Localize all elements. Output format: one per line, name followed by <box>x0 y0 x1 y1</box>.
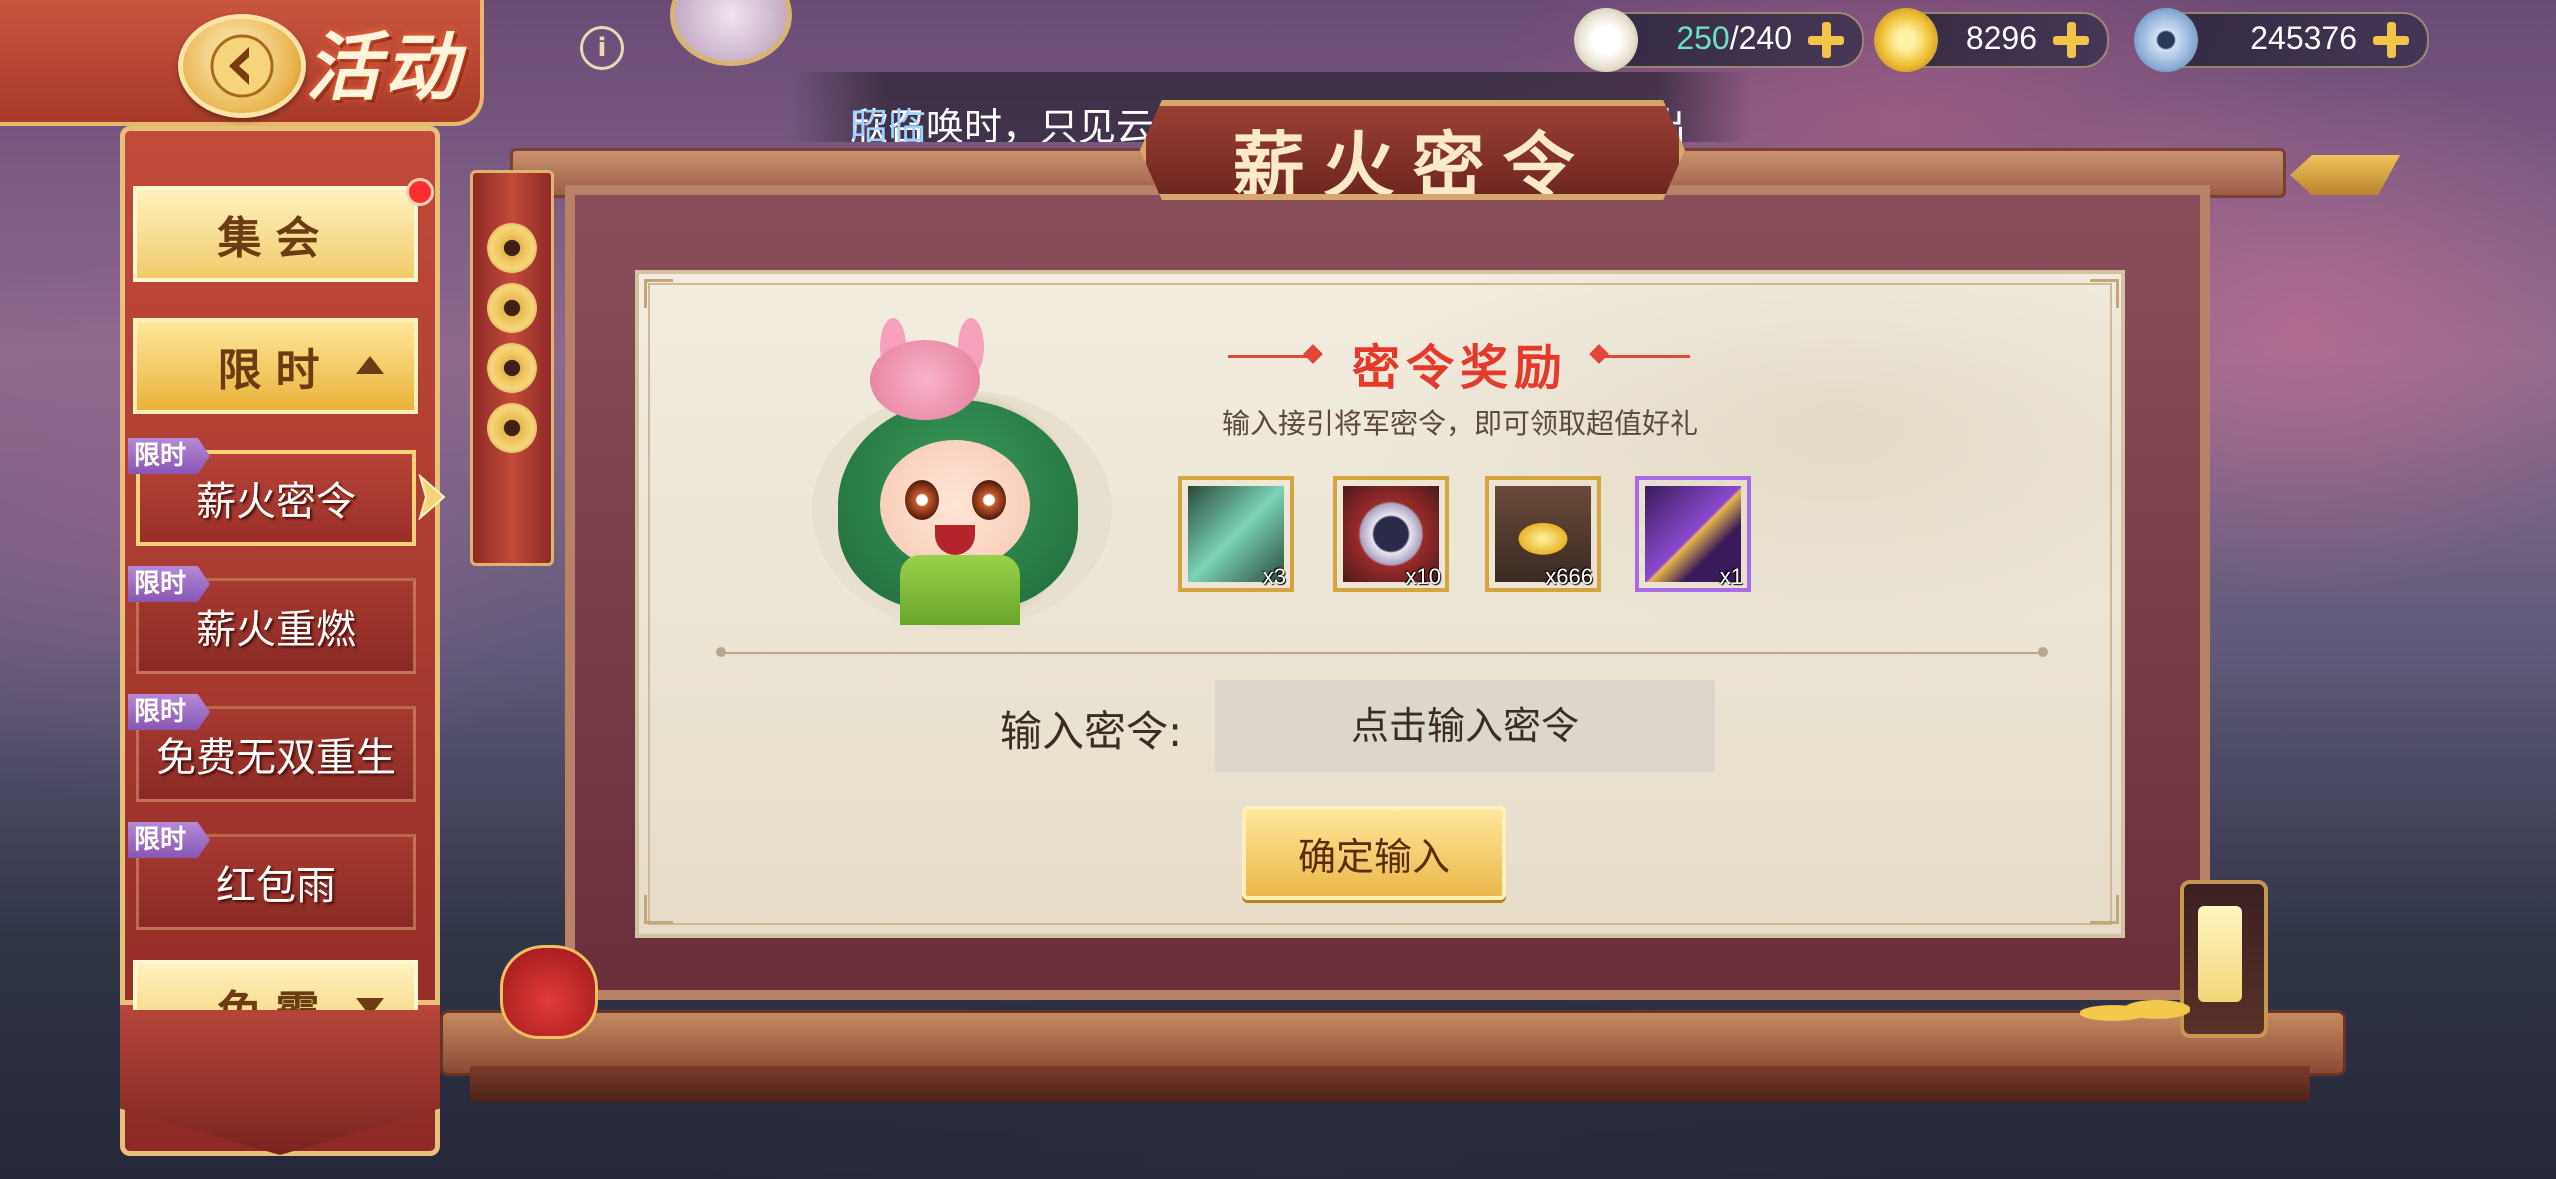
coin-icon <box>487 223 537 273</box>
gold-counter: 8296 <box>1874 8 2109 72</box>
page-title: 活动 <box>306 25 462 111</box>
corner-ornament <box>644 279 673 308</box>
coin-icon <box>487 343 537 393</box>
lucky-bag-icon <box>500 945 598 1039</box>
coin-value: 245376 <box>2250 20 2357 56</box>
gold-ingot-icon <box>1874 8 1938 72</box>
divider <box>722 652 2042 654</box>
reward-item[interactable]: x666 <box>1485 476 1601 592</box>
bun-icon <box>1574 8 1638 72</box>
sidebar-category-partial[interactable]: 兔霸 <box>133 960 418 1010</box>
code-input-label: 输入密令: <box>1000 707 1183 756</box>
panel-title: 薪火密令 <box>1232 124 1593 200</box>
code-input[interactable] <box>1215 680 1715 772</box>
limited-tag: 限时 <box>128 566 210 602</box>
coin-icon <box>487 403 537 453</box>
shelf-base <box>470 1066 2310 1102</box>
limited-tag: 限时 <box>128 438 210 474</box>
reward-qty: x1 <box>1719 564 1743 589</box>
bunny-icon <box>870 340 980 420</box>
coins-decoration-icon <box>2080 995 2190 1031</box>
reward-title: 密令奖励 <box>1351 340 1568 396</box>
confirm-button[interactable]: 确定输入 <box>1242 806 1506 900</box>
divider-dot <box>716 647 726 657</box>
divider-dot <box>2038 647 2048 657</box>
back-button[interactable] <box>178 14 306 118</box>
info-icon[interactable]: i <box>580 26 624 70</box>
reward-qty: x10 <box>1405 564 1441 589</box>
chevron-down-icon <box>356 998 384 1010</box>
reward-qty: x666 <box>1545 564 1593 589</box>
reward-item[interactable]: x10 <box>1333 476 1449 592</box>
sidebar-category-limited[interactable]: 限时 <box>133 318 418 414</box>
corner-ornament <box>2090 895 2119 924</box>
notification-dot <box>406 178 434 206</box>
selected-arrow-icon <box>418 474 446 520</box>
back-arrow-icon <box>210 34 274 98</box>
stamina-max: /240 <box>1729 20 1792 56</box>
reward-qty: x3 <box>1262 564 1286 589</box>
silver-coin-icon <box>2134 8 2198 72</box>
limited-tag: 限时 <box>128 822 210 858</box>
title-deco-line <box>1600 355 1690 358</box>
add-gold-button[interactable] <box>2049 18 2093 62</box>
add-coin-button[interactable] <box>2369 18 2413 62</box>
reward-subtitle: 输入接引将军密令，即可领取超值好礼 <box>1221 407 1698 440</box>
mascot-eye <box>905 480 939 520</box>
mascot-eye <box>972 480 1006 520</box>
hanging-scroll <box>470 170 554 566</box>
lantern-icon <box>2180 880 2268 1038</box>
panel-title-plaque: 薪火密令 <box>1140 100 1685 200</box>
mascot-body <box>900 555 1020 625</box>
gold-value: 8296 <box>1965 20 2037 56</box>
limited-tag: 限时 <box>128 694 210 730</box>
coin-icon <box>487 283 537 333</box>
corner-ornament <box>2090 279 2119 308</box>
corner-ornament <box>644 895 673 924</box>
reward-item[interactable]: x1 <box>1635 476 1751 592</box>
chevron-up-icon <box>356 356 384 374</box>
stamina-current: 250 <box>1676 20 1730 56</box>
sidebar-category-gathering[interactable]: 集会 <box>133 186 418 282</box>
marquee-highlight: 昭临 <box>850 105 927 142</box>
coin-counter: 245376 <box>2134 8 2429 72</box>
stamina-counter: 250/240 <box>1574 8 1864 72</box>
reward-item[interactable]: x3 <box>1178 476 1294 592</box>
add-stamina-button[interactable] <box>1804 18 1848 62</box>
